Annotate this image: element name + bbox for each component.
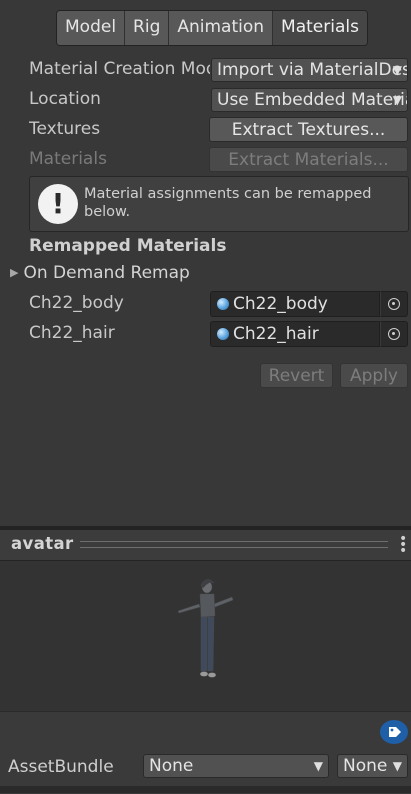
object-picker-icon (388, 298, 400, 310)
material-creation-label: Material Creation Mode (29, 59, 210, 79)
triangle-right-icon: ▶ (10, 266, 19, 279)
assetbundle-variant-value: None (343, 756, 388, 776)
material-creation-value: Import via MaterialDescription (217, 60, 407, 80)
help-box: ! Material assignments can be remapped b… (29, 176, 409, 232)
triangle-down-icon: ▼ (392, 93, 402, 107)
kebab-menu-icon[interactable]: • • • (399, 532, 407, 558)
remapped-materials-title: Remapped Materials (29, 236, 227, 256)
preview-title: avatar (11, 534, 74, 553)
extract-textures-button[interactable]: Extract Textures... (209, 117, 408, 142)
label-tag-button[interactable] (380, 720, 408, 744)
model-preview[interactable] (0, 561, 411, 711)
material-object-value: Ch22_body (233, 294, 328, 314)
extract-materials-button[interactable]: Extract Materials... (209, 147, 408, 172)
on-demand-remap-label: On Demand Remap (23, 263, 190, 283)
material-sphere-icon (217, 328, 229, 340)
label-tag-icon (389, 727, 401, 737)
material-object-field[interactable]: Ch22_hair (210, 321, 380, 347)
tab-model[interactable]: Model (57, 11, 126, 45)
object-picker-button[interactable] (380, 321, 408, 347)
assetbundle-name-dropdown[interactable]: None ▼ (143, 754, 329, 778)
textures-label: Textures (29, 119, 101, 139)
bottom-strip (0, 786, 411, 793)
object-picker-button[interactable] (380, 291, 408, 317)
object-picker-icon (388, 328, 400, 340)
avatar-figure (177, 579, 234, 678)
inspector-tabs: Model Rig Animation Materials (56, 10, 368, 46)
assetbundle-name-value: None (149, 756, 194, 776)
location-label: Location (29, 89, 101, 109)
revert-button[interactable]: Revert (260, 363, 333, 388)
materials-label: Materials (29, 149, 107, 169)
resize-grip[interactable] (80, 541, 388, 548)
location-value: Use Embedded Materials (217, 90, 408, 110)
assetbundle-label: AssetBundle (8, 757, 114, 777)
material-slot-label: Ch22_hair (29, 323, 115, 343)
apply-button[interactable]: Apply (340, 363, 408, 388)
tab-materials[interactable]: Materials (273, 11, 367, 45)
material-object-value: Ch22_hair (233, 324, 319, 344)
material-slot-label: Ch22_body (29, 293, 124, 313)
triangle-down-icon: ▼ (392, 63, 402, 77)
preview-header: avatar • • • (0, 530, 411, 561)
triangle-down-icon: ▼ (392, 759, 402, 773)
material-creation-dropdown[interactable]: Import via MaterialDescription ▼ (211, 58, 408, 82)
help-text: Material assignments can be remapped bel… (84, 186, 372, 220)
material-sphere-icon (217, 298, 229, 310)
assetbundle-bar (0, 711, 411, 794)
assetbundle-variant-dropdown[interactable]: None ▼ (337, 754, 408, 778)
location-dropdown[interactable]: Use Embedded Materials ▼ (211, 88, 408, 112)
material-object-field[interactable]: Ch22_body (210, 291, 380, 317)
exclamation-icon: ! (38, 184, 78, 224)
on-demand-remap-foldout[interactable]: ▶ On Demand Remap (10, 263, 190, 283)
triangle-down-icon: ▼ (313, 759, 323, 773)
tab-animation[interactable]: Animation (169, 11, 274, 45)
tab-rig[interactable]: Rig (125, 11, 170, 45)
